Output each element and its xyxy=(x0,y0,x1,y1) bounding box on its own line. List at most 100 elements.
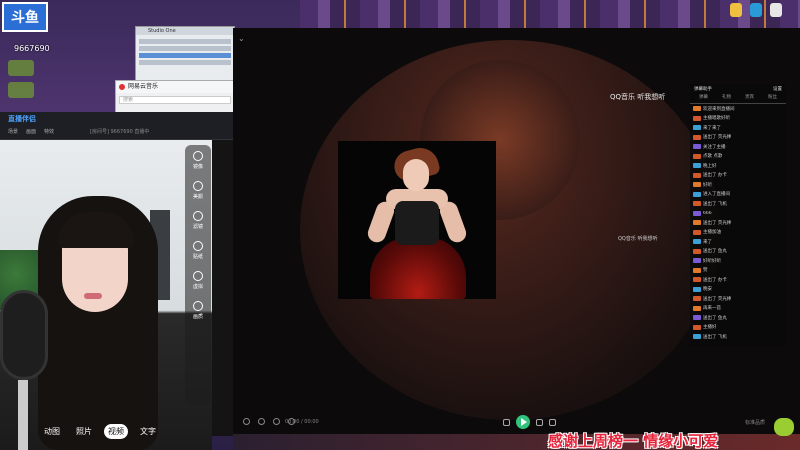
desktop-icon[interactable] xyxy=(8,82,34,98)
beauty-button[interactable]: 美颜 xyxy=(185,175,211,205)
playback-time: 00:00 / 00:00 xyxy=(285,419,319,425)
chat-message: 送出了 鱼丸 xyxy=(690,247,786,257)
volume-icon[interactable] xyxy=(549,418,556,426)
quality-label[interactable]: 标准品质 xyxy=(745,419,765,426)
chat-message-text: 送出了 荧光棒 xyxy=(703,296,732,302)
tab-vip[interactable]: 贵宾 xyxy=(745,94,754,103)
streaming-tabs: 场景 画面 特效 xyxy=(8,128,54,135)
track-row[interactable] xyxy=(139,53,231,58)
window-title: Studio One xyxy=(136,27,234,35)
user-badge-icon xyxy=(693,163,701,169)
chat-message: 主播加油 xyxy=(690,228,786,238)
sticker-icon xyxy=(193,240,203,251)
chat-message-text: 好听好听 xyxy=(703,258,721,264)
netease-music-window[interactable]: 网易云音乐 搜索 xyxy=(115,80,235,114)
user-badge-icon xyxy=(693,210,701,216)
chat-message-text: 主播加油 xyxy=(703,230,721,236)
audio-app-window[interactable]: Studio One xyxy=(135,26,235,82)
cover-torso xyxy=(395,201,439,245)
virtual-button[interactable]: 虚拟 xyxy=(185,265,211,295)
mode-gif[interactable]: 动图 xyxy=(40,424,64,439)
user-badge-icon xyxy=(693,267,701,273)
tab-effects[interactable]: 特效 xyxy=(44,128,54,135)
chat-message: 进入了直播间 xyxy=(690,190,786,200)
track-row[interactable] xyxy=(139,39,231,44)
next-icon[interactable] xyxy=(536,418,543,426)
chat-message-text: 赞 xyxy=(703,268,708,274)
chat-message-text: 666 xyxy=(703,210,712,216)
mirror-button[interactable]: 镜像 xyxy=(185,145,211,175)
chat-message: 主播唱歌好听 xyxy=(690,114,786,124)
wallpaper-cityscape xyxy=(300,0,800,30)
chat-message-text: 来了 xyxy=(703,239,712,245)
room-info: [房间号] 9667690 直播中 xyxy=(90,129,150,135)
tab-gifts[interactable]: 礼物 xyxy=(722,94,731,103)
chat-message-text: 送出了 鱼丸 xyxy=(703,315,727,321)
quality-button[interactable]: 画质 xyxy=(185,295,211,325)
tab-picture[interactable]: 画面 xyxy=(26,128,36,135)
tab-fans[interactable]: 粉丝 xyxy=(768,94,777,103)
mode-video[interactable]: 视频 xyxy=(104,424,128,439)
sticker-button[interactable]: 贴纸 xyxy=(185,235,211,265)
virtual-icon xyxy=(193,270,203,281)
cover-head xyxy=(403,159,429,191)
mascot-icon xyxy=(774,418,794,436)
user-badge-icon xyxy=(693,258,701,264)
chat-message-text: 欢迎来到直播间 xyxy=(703,106,735,112)
download-icon[interactable] xyxy=(258,418,265,425)
play-button[interactable] xyxy=(516,415,530,429)
chat-message: 来了来了 xyxy=(690,123,786,133)
chat-message-text: 送出了 荧光棒 xyxy=(703,220,732,226)
chat-message: 再来一首 xyxy=(690,304,786,314)
user-badge-icon xyxy=(693,125,701,131)
chat-message-text: 送出了 荧光棒 xyxy=(703,135,732,141)
search-input[interactable]: 搜索 xyxy=(119,96,231,104)
chat-message-text: 送出了 办卡 xyxy=(703,277,727,283)
microphone-stand xyxy=(18,380,28,450)
user-badge-icon xyxy=(693,315,701,321)
side-column xyxy=(212,140,234,436)
chat-messages: 欢迎来到直播间 主播唱歌好听 来了来了 送出了 荧光棒 关注了主播 点歌 点歌 晚上好 送出了… xyxy=(690,104,786,342)
streaming-app-brand: 直播伴侣 xyxy=(8,115,36,123)
filter-button[interactable]: 滤镜 xyxy=(185,205,211,235)
microphone xyxy=(0,290,48,380)
tab-scene[interactable]: 场景 xyxy=(8,128,18,135)
chat-message: 晚上好 xyxy=(690,161,786,171)
user-badge-icon xyxy=(693,229,701,235)
chat-message: 主播好 xyxy=(690,323,786,333)
chat-message-text: 晚上好 xyxy=(703,163,717,169)
chat-message-text: 送出了 办卡 xyxy=(703,173,727,179)
chat-settings[interactable]: 设置 xyxy=(773,86,782,92)
user-badge-icon xyxy=(693,296,701,302)
tab-danmaku[interactable]: 弹幕 xyxy=(699,94,708,103)
chat-message: 赞 xyxy=(690,266,786,276)
chat-message-text: 关注了主播 xyxy=(703,144,726,150)
app-icon[interactable] xyxy=(770,3,782,17)
user-badge-icon xyxy=(693,305,701,311)
track-row[interactable] xyxy=(139,60,231,65)
comment-icon[interactable] xyxy=(273,418,280,425)
player-slogan: QQ音乐 听我想听 xyxy=(610,93,666,101)
edge-icon[interactable] xyxy=(750,3,762,17)
chat-message-text: 主播唱歌好听 xyxy=(703,116,730,122)
mode-photo[interactable]: 照片 xyxy=(72,424,96,439)
prev-icon[interactable] xyxy=(503,418,510,426)
capture-mode-tabs: 动图 照片 视频 文字 xyxy=(40,424,160,439)
filter-icon xyxy=(193,210,203,221)
chat-message-text: 好听 xyxy=(703,182,712,188)
chat-message: 送出了 飞机 xyxy=(690,199,786,209)
chat-message-text: 送出了 鱼丸 xyxy=(703,249,727,255)
chat-message: 点歌 点歌 xyxy=(690,152,786,162)
chat-message: 送出了 办卡 xyxy=(690,171,786,181)
mode-text[interactable]: 文字 xyxy=(136,424,160,439)
desktop-icon[interactable] xyxy=(8,60,34,76)
chat-message: 送出了 办卡 xyxy=(690,275,786,285)
like-icon[interactable] xyxy=(243,418,250,425)
collapse-icon[interactable]: ⌄ xyxy=(238,34,245,43)
track-row[interactable] xyxy=(139,46,231,51)
chat-message: 好听 xyxy=(690,180,786,190)
user-badge-icon xyxy=(693,201,701,207)
thanks-ticker: 感谢上周榜一 情缘小可爱 xyxy=(548,432,719,450)
desktop-top-right-icons xyxy=(730,3,782,17)
folder-icon[interactable] xyxy=(730,3,742,17)
